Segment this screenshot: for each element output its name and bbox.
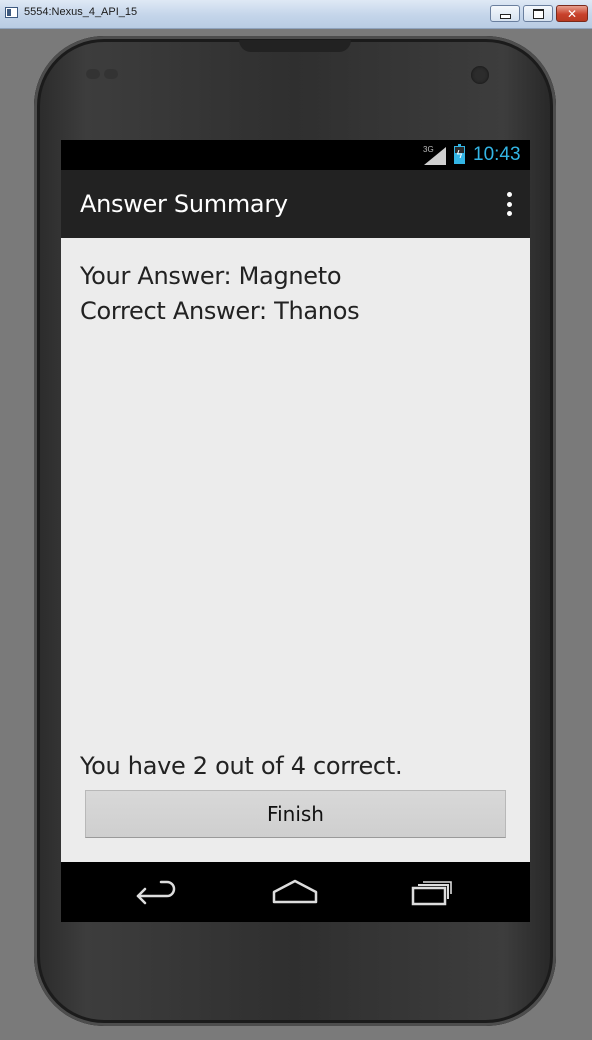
close-icon: ✕ [566,6,578,21]
phone-sensor [104,69,118,79]
page-title: Answer Summary [80,190,288,218]
device-screen: 3G ϟ 10:43 Answer Summary Your Answer: M… [61,140,530,922]
minimize-button[interactable] [490,5,520,22]
recents-icon[interactable] [397,872,467,912]
close-button[interactable]: ✕ [556,5,588,22]
maximize-icon [532,8,544,19]
your-answer-text: Your Answer: Magneto [80,262,342,290]
status-bar: 3G ϟ 10:43 [61,140,530,170]
navigation-bar [61,862,530,922]
minimize-icon [499,14,511,19]
window-title-bar[interactable]: 5554:Nexus_4_API_15 ✕ [0,0,592,29]
finish-button[interactable]: Finish [85,790,506,838]
action-bar: Answer Summary [61,170,530,238]
correct-answer-text: Correct Answer: Thanos [80,297,360,325]
app-icon [5,7,18,18]
overflow-menu-icon[interactable] [499,192,519,216]
back-icon[interactable] [123,872,193,912]
answer-summary-content: Your Answer: Magneto Correct Answer: Tha… [61,238,530,862]
network-type-label: 3G [423,145,434,154]
battery-charging-icon: ϟ [454,144,465,164]
score-text: You have 2 out of 4 correct. [80,752,403,780]
maximize-button[interactable] [523,5,553,22]
front-camera [471,66,489,84]
phone-speaker [239,40,351,52]
phone-sensor [86,69,100,79]
status-clock: 10:43 [473,144,521,165]
home-icon[interactable] [260,872,330,912]
window-title: 5554:Nexus_4_API_15 [24,6,138,18]
